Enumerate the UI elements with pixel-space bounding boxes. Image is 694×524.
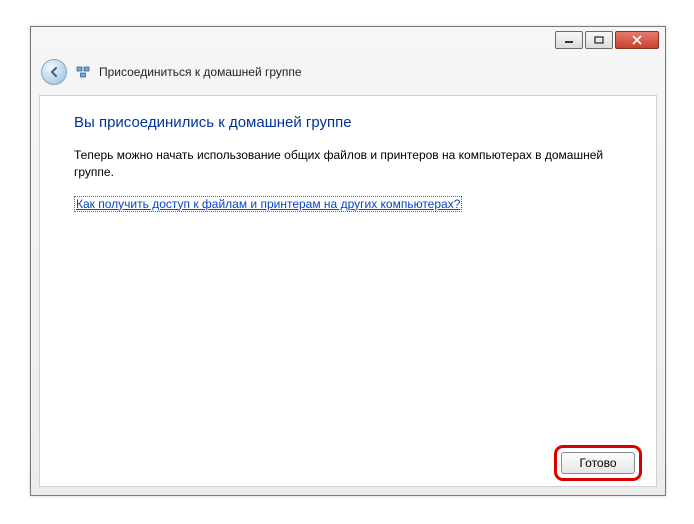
done-button[interactable]: Готово [561, 452, 635, 474]
button-bar: Готово [40, 440, 656, 486]
content-inner: Вы присоединились к домашней группе Тепе… [40, 96, 656, 213]
close-button[interactable] [615, 31, 659, 49]
help-link[interactable]: Как получить доступ к файлам и принтерам… [74, 196, 462, 212]
homegroup-icon [75, 64, 91, 80]
highlight-annotation: Готово [554, 445, 642, 481]
content-panel: Вы присоединились к домашней группе Тепе… [39, 95, 657, 487]
wizard-header: Присоединиться к домашней группе [31, 57, 665, 93]
arrow-left-icon [47, 65, 61, 79]
titlebar [31, 27, 665, 57]
dialog-window: Присоединиться к домашней группе Вы прис… [30, 26, 666, 496]
maximize-button[interactable] [585, 31, 613, 49]
body-text: Теперь можно начать использование общих … [74, 147, 622, 181]
wizard-title: Присоединиться к домашней группе [99, 65, 302, 79]
minimize-button[interactable] [555, 31, 583, 49]
page-heading: Вы присоединились к домашней группе [74, 114, 622, 131]
back-button[interactable] [41, 59, 67, 85]
